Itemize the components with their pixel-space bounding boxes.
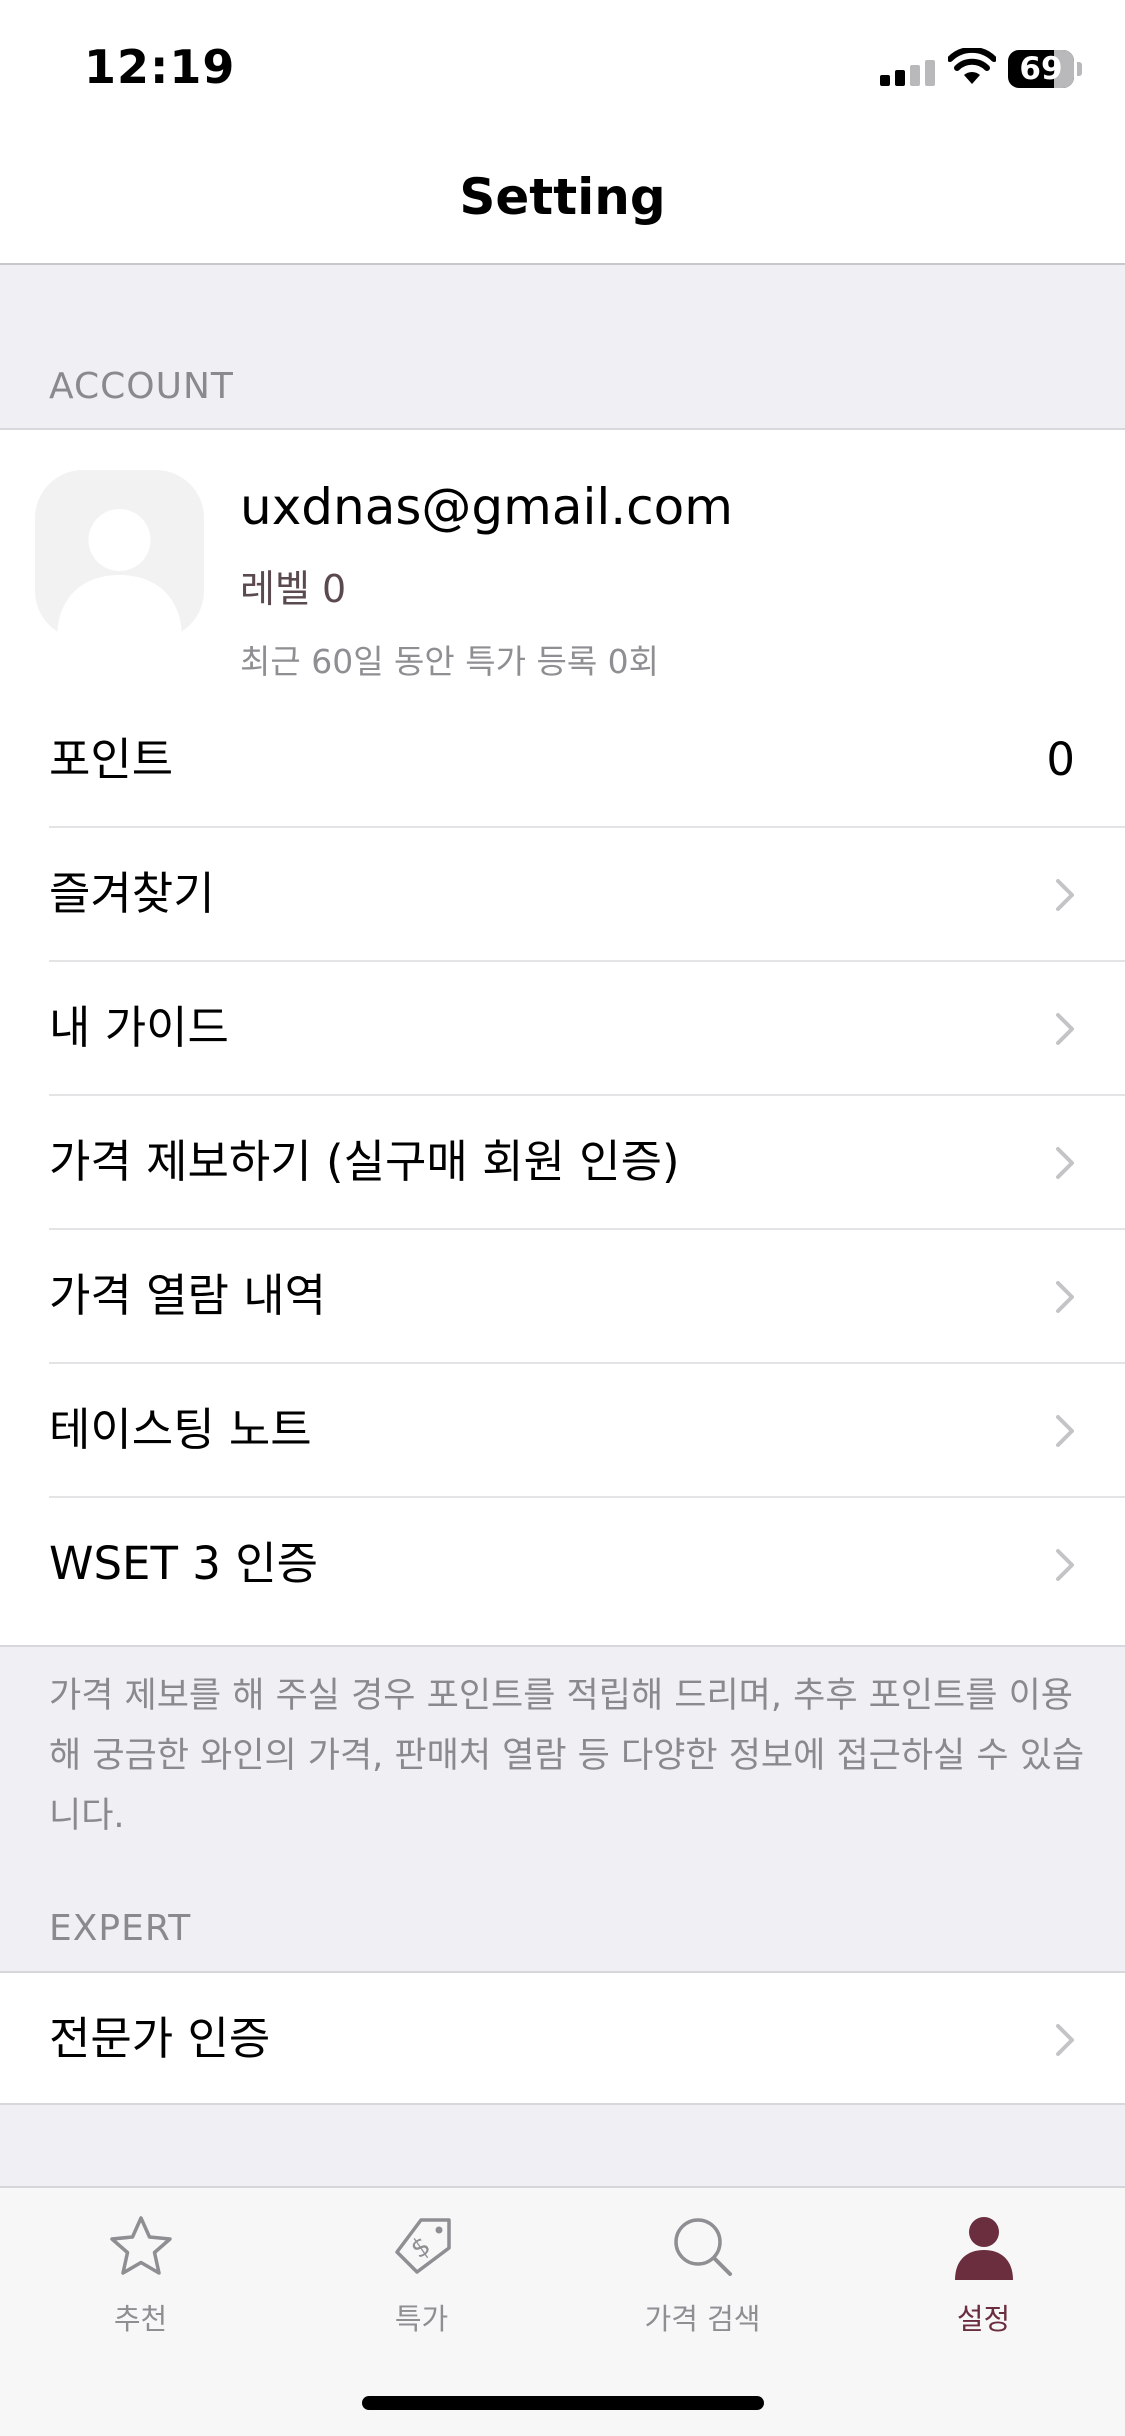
section-header-expert: EXPERT [49, 1908, 192, 1949]
profile-stat: 최근 60일 동안 특가 등록 0회 [240, 642, 660, 681]
row-label: 전문가 인증 [49, 2012, 271, 2065]
profile-card[interactable]: uxdnas@gmail.com 레벨 0 최근 60일 동안 특가 등록 0회 [0, 430, 1125, 694]
price-history-row[interactable]: 가격 열람 내역 [0, 1230, 1125, 1362]
chevron-right-icon [1056, 1281, 1074, 1313]
cellular-signal-icon [880, 60, 935, 86]
row-label: 내 가이드 [49, 1001, 229, 1054]
price-report-row[interactable]: 가격 제보하기 (실구매 회원 인증) [0, 1096, 1125, 1228]
tab-label: 가격 검색 [644, 2302, 761, 2336]
home-indicator[interactable] [362, 2396, 764, 2410]
points-row[interactable]: 포인트 0 [0, 694, 1125, 826]
favorites-row[interactable]: 즐겨찾기 [0, 828, 1125, 960]
row-label: WSET 3 인증 [49, 1537, 319, 1590]
star-icon [109, 2216, 172, 2275]
chevron-right-icon [1056, 879, 1074, 911]
tab-price-search[interactable]: 가격 검색 [562, 2188, 843, 2368]
row-label: 가격 열람 내역 [49, 1269, 327, 1322]
status-bar: 12:19 69 [0, 0, 1125, 132]
account-group: uxdnas@gmail.com 레벨 0 최근 60일 동안 특가 등록 0회… [0, 428, 1125, 1647]
price-tag-icon: $ [394, 2218, 451, 2274]
points-value: 0 [1046, 733, 1075, 786]
chevron-right-icon [1056, 1013, 1074, 1045]
default-avatar-icon [57, 509, 182, 639]
battery-icon: 69 [1008, 50, 1074, 88]
tab-settings[interactable]: 설정 [843, 2188, 1124, 2368]
tab-label: 특가 [394, 2302, 449, 2336]
my-guide-row[interactable]: 내 가이드 [0, 962, 1125, 1094]
profile-level: 레벨 0 [240, 567, 347, 611]
row-label: 가격 제보하기 (실구매 회원 인증) [49, 1135, 680, 1188]
wifi-icon [948, 48, 996, 84]
row-label: 즐겨찾기 [49, 867, 215, 920]
expert-cert-row[interactable]: 전문가 인증 [0, 1973, 1125, 2105]
chevron-right-icon [1056, 1415, 1074, 1447]
navigation-bar: Setting [0, 132, 1125, 265]
chevron-right-icon [1056, 1549, 1074, 1581]
row-label: 포인트 [49, 733, 174, 786]
battery-nub [1077, 62, 1082, 76]
chevron-right-icon [1056, 1147, 1074, 1179]
expert-group: 전문가 인증 [0, 1971, 1125, 2105]
person-icon [954, 2217, 1013, 2280]
page-title: Setting [459, 168, 666, 226]
account-footnote: 가격 제보를 해 주실 경우 포인트를 적립해 드리며, 추후 포인트를 이용해… [49, 1676, 1085, 1836]
wset3-row[interactable]: WSET 3 인증 [0, 1498, 1125, 1630]
tasting-note-row[interactable]: 테이스팅 노트 [0, 1364, 1125, 1496]
avatar [35, 470, 204, 639]
section-header-account: ACCOUNT [49, 366, 234, 407]
tab-label: 추천 [113, 2302, 168, 2336]
tab-recommend[interactable]: 추천 [0, 2188, 281, 2368]
search-icon [673, 2218, 732, 2276]
chevron-right-icon [1056, 2024, 1074, 2056]
tab-label: 설정 [956, 2302, 1011, 2336]
profile-email: uxdnas@gmail.com [240, 478, 733, 536]
row-label: 테이스팅 노트 [49, 1403, 312, 1456]
battery-level: 69 [1019, 51, 1063, 87]
status-time: 12:19 [84, 40, 236, 94]
tab-deals[interactable]: $ 특가 [281, 2188, 562, 2368]
